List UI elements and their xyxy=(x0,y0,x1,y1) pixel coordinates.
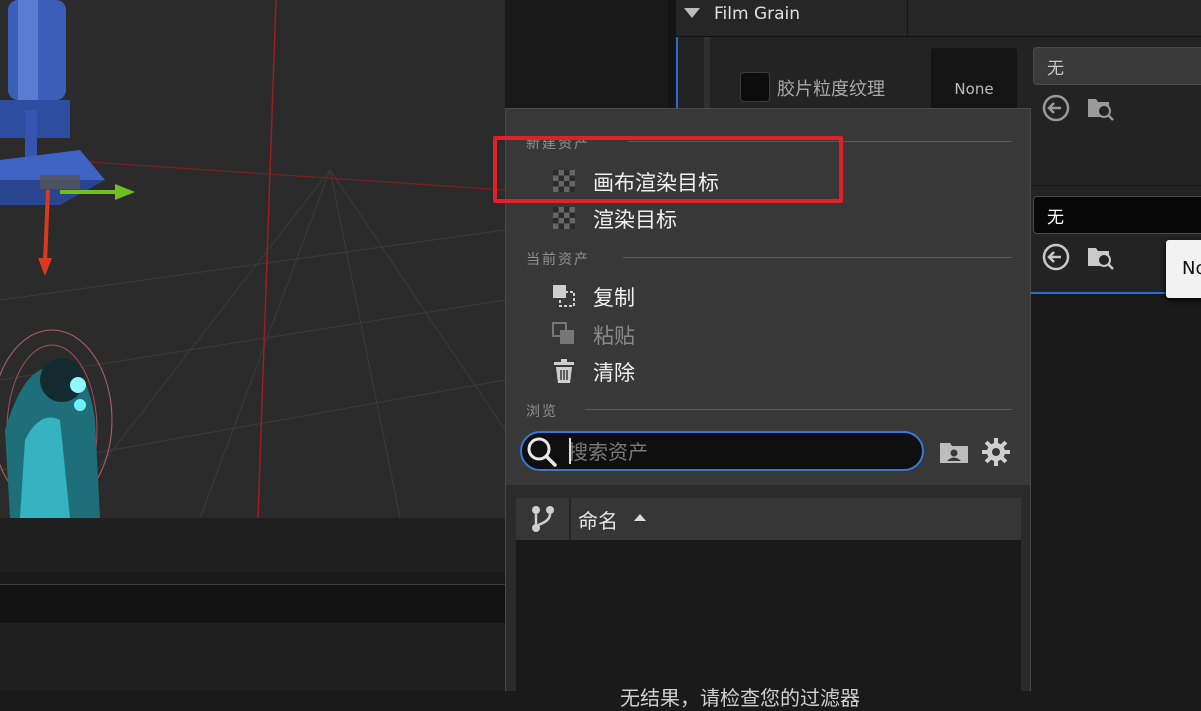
checker-texture-icon xyxy=(553,207,575,229)
tooltip-text: No xyxy=(1182,258,1201,279)
level-viewport[interactable] xyxy=(0,0,505,518)
property-label: 胶片粒度纹理 xyxy=(777,79,885,100)
empty-results-message: 无结果，请检查您的过滤器 xyxy=(620,686,860,710)
section-browse: 浏览 xyxy=(526,404,558,420)
gear-icon[interactable] xyxy=(981,437,1011,467)
menu-item-paste: 粘贴 xyxy=(593,324,635,348)
bottom-panel xyxy=(0,623,505,691)
trash-icon xyxy=(554,359,574,383)
search-input[interactable] xyxy=(566,436,910,468)
folder-search-icon[interactable] xyxy=(1085,242,1115,272)
section-divider xyxy=(623,257,1012,258)
viewport-scene xyxy=(0,0,505,518)
paste-icon xyxy=(552,322,574,344)
collapse-arrow-icon[interactable] xyxy=(684,8,700,18)
highlight-box xyxy=(493,136,843,203)
search-icon xyxy=(527,437,557,467)
text-caret xyxy=(569,438,571,464)
asset-picker-value: 无 xyxy=(1047,59,1064,79)
override-checkbox[interactable] xyxy=(740,72,770,102)
thumbnail-label: None xyxy=(954,80,994,98)
asset-picker-value-2: 无 xyxy=(1047,208,1064,228)
menu-item-copy[interactable]: 复制 xyxy=(593,282,635,312)
menu-item-render-target[interactable]: 渲染目标 xyxy=(593,204,677,234)
copy-icon xyxy=(553,285,575,307)
film-grain-title: Film Grain xyxy=(714,4,801,24)
menu-item-clear[interactable]: 清除 xyxy=(593,357,635,387)
asset-list[interactable] xyxy=(516,540,1021,691)
folder-search-icon[interactable] xyxy=(1085,93,1115,123)
arrow-left-circle-icon[interactable] xyxy=(1041,242,1071,272)
header-divider xyxy=(907,0,908,36)
section-current-asset: 当前资产 xyxy=(526,252,590,268)
arrow-left-circle-icon[interactable] xyxy=(1041,93,1071,123)
section-divider xyxy=(585,409,1012,410)
column-separator[interactable] xyxy=(569,498,571,540)
sort-ascending-icon xyxy=(634,514,646,521)
timeline-bar xyxy=(0,584,505,624)
folder-icon[interactable] xyxy=(938,437,970,467)
branch-icon[interactable] xyxy=(529,504,557,534)
viewport-toolbar xyxy=(0,518,505,572)
column-header-name[interactable]: 命名 xyxy=(578,505,618,534)
